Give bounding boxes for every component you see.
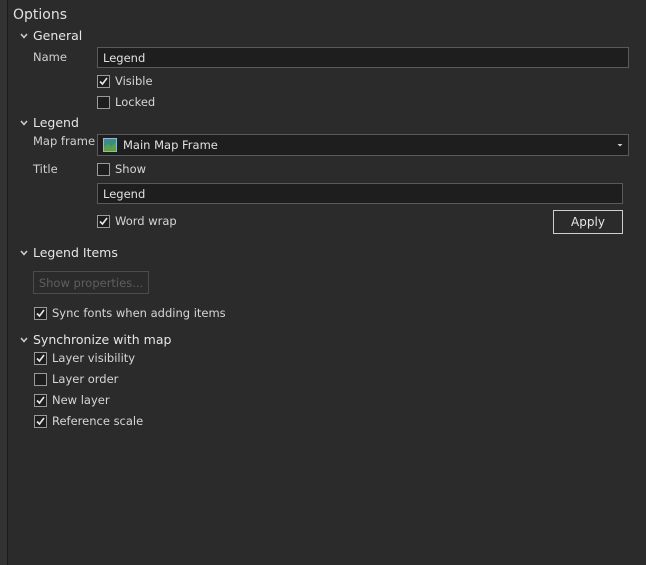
check-icon bbox=[99, 217, 108, 225]
locked-checkbox[interactable] bbox=[97, 95, 110, 109]
section-legend-header[interactable]: Legend bbox=[19, 115, 79, 130]
show-properties-button[interactable]: Show properties... bbox=[33, 271, 149, 294]
chevron-down-icon bbox=[617, 144, 623, 147]
new-layer-checkbox[interactable] bbox=[34, 393, 47, 407]
map-frame-label: Map frame bbox=[33, 134, 96, 148]
sync-reference-scale-row[interactable]: Reference scale bbox=[34, 414, 143, 428]
section-general-header[interactable]: General bbox=[19, 28, 82, 43]
new-layer-label: New layer bbox=[52, 393, 110, 407]
check-icon bbox=[36, 354, 45, 362]
reference-scale-checkbox[interactable] bbox=[34, 414, 47, 428]
sync-layer-order-row[interactable]: Layer order bbox=[34, 372, 118, 386]
show-title-checkbox[interactable] bbox=[97, 162, 110, 176]
title-text-value: Legend bbox=[103, 186, 146, 201]
visible-checkbox-row[interactable]: Visible bbox=[97, 74, 153, 88]
section-general-label: General bbox=[33, 28, 83, 43]
check-icon bbox=[36, 309, 45, 317]
locked-checkbox-row[interactable]: Locked bbox=[97, 95, 155, 109]
name-input[interactable]: Legend bbox=[97, 47, 629, 68]
layer-order-checkbox[interactable] bbox=[34, 372, 47, 386]
word-wrap-label: Word wrap bbox=[115, 214, 177, 228]
sync-fonts-checkbox-row[interactable]: Sync fonts when adding items bbox=[34, 306, 226, 320]
chevron-down-icon bbox=[20, 33, 28, 39]
locked-label: Locked bbox=[115, 95, 156, 109]
chevron-down-icon bbox=[20, 250, 28, 256]
map-frame-value: Main Map Frame bbox=[123, 138, 218, 152]
chevron-down-icon bbox=[20, 120, 28, 126]
sync-layer-visibility-row[interactable]: Layer visibility bbox=[34, 351, 135, 365]
sync-fonts-label: Sync fonts when adding items bbox=[52, 306, 226, 320]
pane-left-edge bbox=[0, 0, 8, 565]
check-icon bbox=[36, 417, 45, 425]
name-input-value: Legend bbox=[103, 50, 146, 65]
layer-order-label: Layer order bbox=[52, 372, 119, 386]
visible-label: Visible bbox=[115, 74, 153, 88]
show-checkbox-row[interactable]: Show bbox=[97, 162, 146, 176]
chevron-down-icon bbox=[20, 337, 28, 343]
map-frame-icon bbox=[103, 138, 117, 152]
section-legend-items-label: Legend Items bbox=[33, 245, 118, 260]
show-label: Show bbox=[115, 162, 147, 176]
title-text-input[interactable]: Legend bbox=[97, 183, 623, 204]
layer-visibility-label: Layer visibility bbox=[52, 351, 136, 365]
word-wrap-checkbox-row[interactable]: Word wrap bbox=[97, 214, 177, 228]
map-frame-dropdown[interactable]: Main Map Frame bbox=[97, 134, 629, 156]
sync-fonts-checkbox[interactable] bbox=[34, 306, 47, 320]
pane-title: Options bbox=[13, 7, 68, 23]
reference-scale-label: Reference scale bbox=[52, 414, 144, 428]
section-synchronize-label: Synchronize with map bbox=[33, 332, 172, 347]
section-legend-label: Legend bbox=[33, 115, 79, 130]
word-wrap-checkbox[interactable] bbox=[97, 214, 110, 228]
name-label: Name bbox=[33, 50, 67, 64]
layer-visibility-checkbox[interactable] bbox=[34, 351, 47, 365]
title-label: Title bbox=[33, 162, 58, 176]
check-icon bbox=[36, 396, 45, 404]
check-icon bbox=[99, 77, 108, 85]
section-synchronize-header[interactable]: Synchronize with map bbox=[19, 332, 171, 347]
section-legend-items-header[interactable]: Legend Items bbox=[19, 245, 118, 260]
apply-button[interactable]: Apply bbox=[553, 210, 623, 234]
sync-new-layer-row[interactable]: New layer bbox=[34, 393, 110, 407]
visible-checkbox[interactable] bbox=[97, 74, 110, 88]
